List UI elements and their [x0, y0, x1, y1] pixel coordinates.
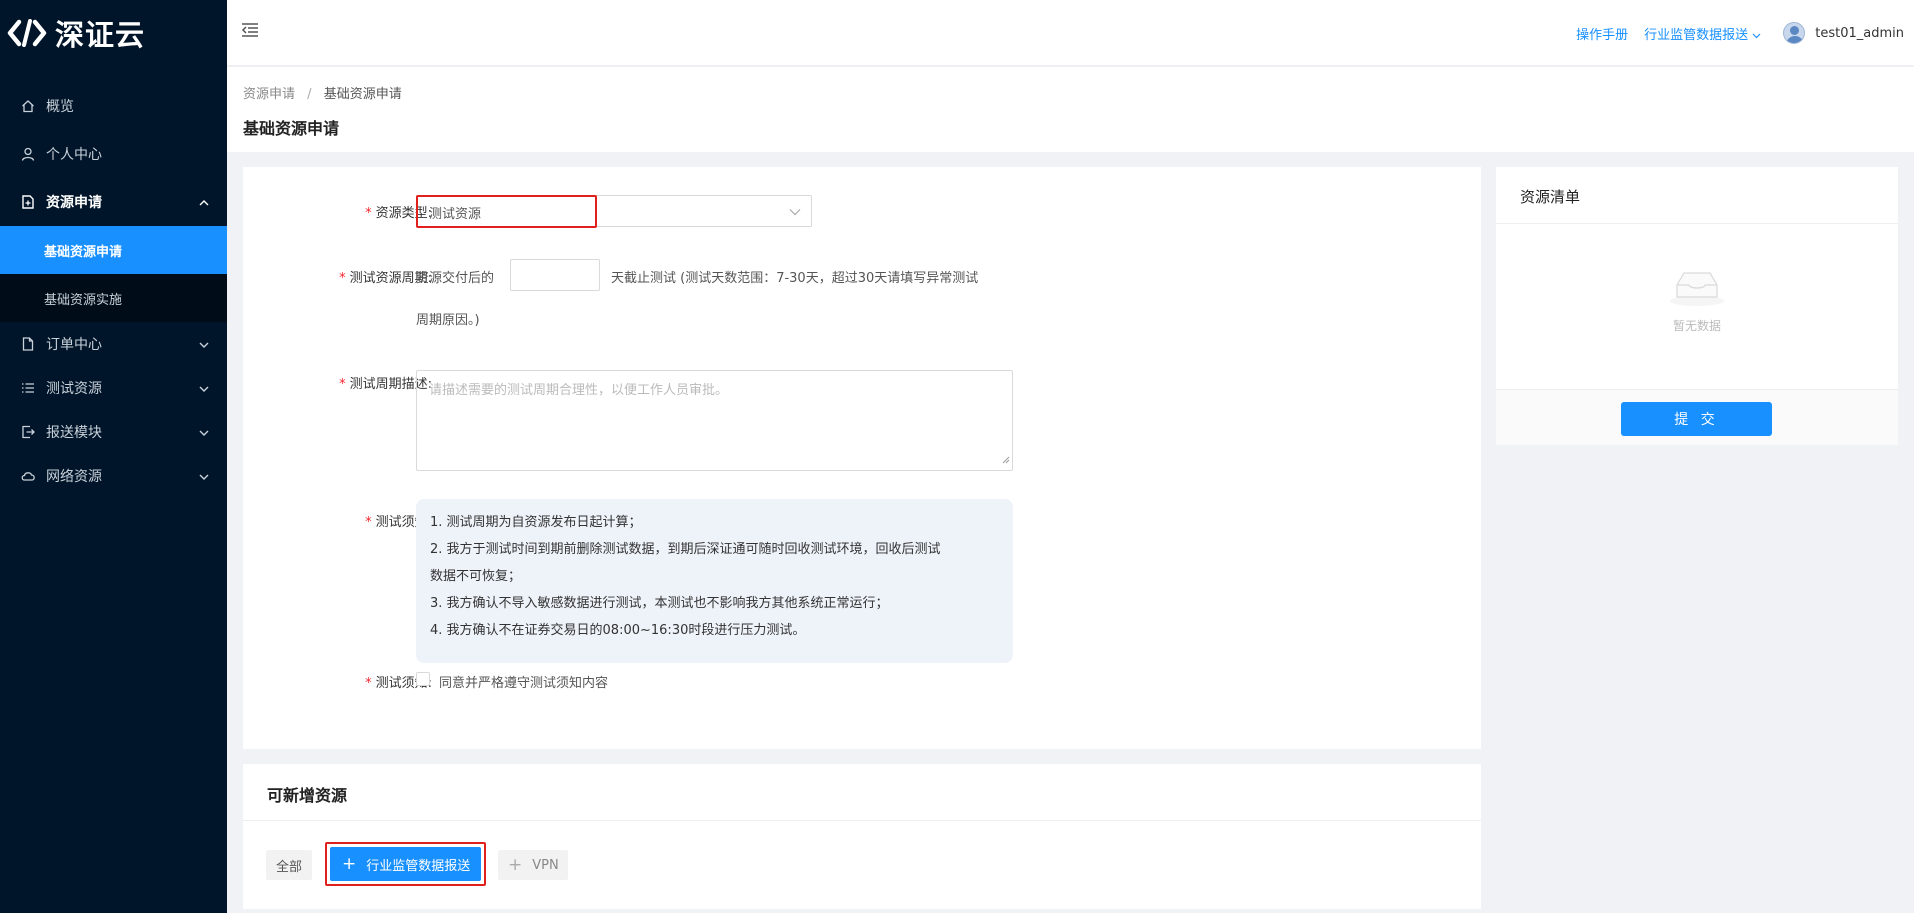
empty-inbox-icon [1666, 272, 1728, 311]
page-header: 资源申请 / 基础资源申请 基础资源申请 [227, 67, 1914, 152]
sidebar-item-label: 订单中心 [46, 337, 102, 353]
sidebar-item-overview[interactable]: 概览 [0, 82, 227, 130]
sidebar-item-test-resources[interactable]: 测试资源 [0, 366, 227, 410]
chevron-up-icon [199, 194, 209, 210]
sidebar-menu: 概览 个人中心 资源申请 基础资源申请 基础资源实施 订单中心 测试资源 报送模… [0, 82, 227, 498]
top-bar-right: 操作手册 行业监管数据报送 test01_admin [1576, 0, 1904, 66]
resize-handle-icon[interactable] [1002, 453, 1010, 468]
sidebar-item-label: 测试资源 [46, 381, 102, 397]
tag-vpn[interactable]: + VPN [498, 850, 568, 880]
period-prefix: 资源交付后的 [416, 271, 495, 286]
avatar [1783, 22, 1806, 44]
manual-link[interactable]: 操作手册 [1576, 24, 1628, 43]
home-icon [20, 98, 36, 114]
page-title: 基础资源申请 [243, 119, 340, 138]
tag-all[interactable]: 全部 [266, 850, 312, 880]
sidebar-item-orders[interactable]: 订单中心 [0, 322, 227, 366]
export-icon [20, 424, 36, 440]
user-menu[interactable]: test01_admin [1783, 22, 1904, 44]
period-description-textarea[interactable]: 请描述需要的测试周期合理性，以便工作人员审批。 [416, 370, 1013, 471]
menu-fold-icon[interactable] [241, 22, 259, 42]
report-menu-label: 行业监管数据报送 [1644, 27, 1749, 43]
chevron-down-icon [199, 336, 209, 352]
plus-icon: + [508, 855, 523, 875]
sidebar-item-report-module[interactable]: 报送模块 [0, 410, 227, 454]
sidebar-item-network[interactable]: 网络资源 [0, 454, 227, 498]
required-mark: * [339, 271, 346, 286]
empty-state: 暂无数据 [1496, 267, 1898, 334]
section-title: 可新增资源 [267, 786, 348, 805]
notice-line: 2. 我方于测试时间到期前删除测试数据，到期后深证通可随时回收测试环境，回收后测… [430, 542, 941, 557]
empty-text: 暂无数据 [1672, 319, 1721, 333]
highlight-box [416, 195, 597, 228]
logo[interactable]: 深证云 [0, 0, 227, 66]
breadcrumb: 资源申请 / 基础资源申请 [243, 83, 402, 102]
panel-footer: 提 交 [1496, 389, 1898, 445]
sidebar-item-label: 网络资源 [46, 469, 102, 485]
code-logo-icon [5, 16, 49, 50]
notice-line: 3. 我方确认不导入敏感数据进行测试，本测试也不影响我方其他系统正常运行； [430, 596, 889, 611]
logo-text: 深证云 [55, 18, 146, 52]
agree-checkbox[interactable] [416, 672, 430, 686]
sidebar-item-label: 个人中心 [46, 147, 102, 163]
textarea-placeholder: 请描述需要的测试周期合理性，以便工作人员审批。 [429, 383, 729, 398]
sidebar-item-label: 资源申请 [46, 195, 102, 211]
apply-form: * 资源类型: 测试资源 * 测试资源周期: 资源交付后的 天截止测试 (测试天数范… [243, 167, 1481, 749]
required-mark: * [365, 515, 372, 530]
panel-header: 资源清单 [1496, 167, 1898, 224]
chevron-down-icon [199, 380, 209, 396]
user-icon [20, 146, 36, 162]
chevron-down-icon [199, 468, 209, 484]
sidebar-item-label: 概览 [46, 99, 74, 115]
notice-line: 数据不可恢复； [430, 569, 522, 584]
sidebar-subitem-basic-apply[interactable]: 基础资源申请 [0, 226, 227, 274]
top-bar: 操作手册 行业监管数据报送 test01_admin [227, 0, 1914, 66]
sidebar: 深证云 概览 个人中心 资源申请 基础资源申请 基础资源实施 订单中心 测试资源 [0, 0, 227, 913]
required-mark: * [365, 676, 372, 691]
sidebar-item-label: 报送模块 [46, 425, 102, 441]
sidebar-item-resource-apply[interactable]: 资源申请 [0, 178, 227, 226]
chevron-down-icon [1752, 28, 1761, 43]
sidebar-item-profile[interactable]: 个人中心 [0, 130, 227, 178]
period-days-input[interactable] [510, 259, 600, 291]
document-icon [20, 336, 36, 352]
username: test01_admin [1815, 25, 1904, 41]
list-icon [20, 380, 36, 396]
agree-text[interactable]: 同意并严格遵守测试须知内容 [439, 672, 608, 691]
breadcrumb-current: 基础资源申请 [323, 87, 402, 102]
highlight-box [325, 842, 486, 886]
addable-resources: 可新增资源 全部 + 行业监管数据报送 + VPN [243, 764, 1481, 909]
test-notice-box: 1. 测试周期为自资源发布日起计算； 2. 我方于测试时间到期前删除测试数据，到… [416, 499, 1013, 663]
divider [243, 820, 1481, 821]
sidebar-submenu: 基础资源申请 基础资源实施 [0, 226, 227, 322]
resource-list-panel: 资源清单 暂无数据 提 交 [1496, 167, 1898, 445]
breadcrumb-parent[interactable]: 资源申请 [243, 87, 295, 102]
chevron-down-icon [789, 205, 801, 220]
file-icon [20, 194, 36, 210]
chevron-down-icon [199, 424, 209, 440]
cloud-icon [20, 468, 36, 484]
submit-button[interactable]: 提 交 [1621, 402, 1772, 436]
report-menu[interactable]: 行业监管数据报送 [1644, 24, 1761, 43]
breadcrumb-separator: / [307, 87, 312, 102]
notice-line: 1. 测试周期为自资源发布日起计算； [430, 515, 642, 530]
tag-label: VPN [532, 857, 559, 873]
period-suffix-continued: 周期原因。) [416, 313, 480, 328]
period-suffix: 天截止测试 (测试天数范围：7-30天，超过30天请填写异常测试 [611, 271, 979, 286]
required-mark: * [365, 206, 372, 221]
required-mark: * [339, 377, 346, 392]
notice-line: 4. 我方确认不在证券交易日的08:00~16:30时段进行压力测试。 [430, 623, 806, 638]
panel-title: 资源清单 [1520, 188, 1581, 206]
sidebar-subitem-basic-implement[interactable]: 基础资源实施 [0, 274, 227, 322]
